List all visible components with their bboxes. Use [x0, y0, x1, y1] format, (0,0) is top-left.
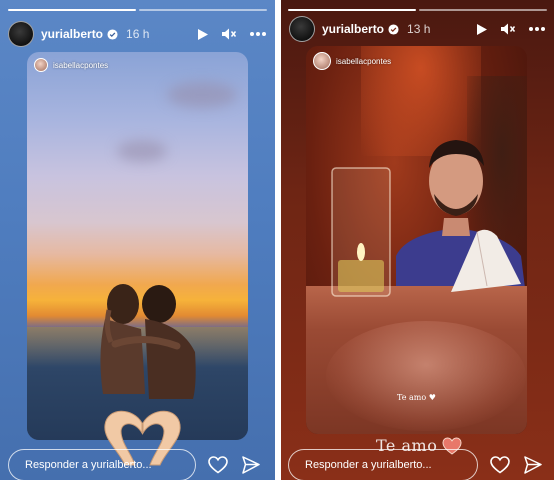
- avatar[interactable]: [8, 21, 34, 47]
- mute-icon[interactable]: [500, 22, 516, 36]
- story-progress-segment-2: [419, 9, 547, 11]
- shared-story-photo[interactable]: isabellacpontes Te amo ♥: [306, 46, 527, 434]
- verified-icon: [388, 23, 399, 35]
- more-icon[interactable]: [249, 31, 267, 37]
- verified-icon: [107, 28, 118, 40]
- story-progress-segment-2: [139, 9, 267, 11]
- couple-silhouette: [100, 284, 196, 399]
- shared-from-username[interactable]: isabellacpontes: [336, 57, 391, 66]
- heart-icon[interactable]: [208, 456, 228, 474]
- reply-input[interactable]: Responder a yurialberto...: [288, 449, 478, 480]
- candle-glass: [331, 167, 391, 297]
- shared-from-avatar[interactable]: [313, 52, 331, 70]
- story-right[interactable]: yurialberto 13 h isabellacpontes Te amo …: [281, 0, 554, 480]
- cloud: [167, 82, 237, 108]
- story-left[interactable]: yurialberto 16 h isabellacpontes Respond…: [0, 0, 275, 480]
- play-icon[interactable]: [197, 28, 209, 41]
- send-icon[interactable]: [242, 456, 260, 474]
- story-header: yurialberto 16 h: [8, 20, 267, 48]
- photo-caption-sticker: Te amo ♥: [306, 393, 527, 402]
- shared-story-photo[interactable]: isabellacpontes: [27, 52, 248, 440]
- mute-icon[interactable]: [221, 27, 237, 41]
- send-icon[interactable]: [524, 456, 542, 474]
- story-progress-segment-1: [288, 9, 416, 11]
- shared-from-avatar[interactable]: [34, 58, 48, 72]
- shared-from[interactable]: isabellacpontes: [313, 52, 391, 70]
- shared-from[interactable]: isabellacpontes: [34, 58, 108, 72]
- folded-napkin: [451, 229, 521, 292]
- play-icon[interactable]: [476, 23, 488, 36]
- username[interactable]: yurialberto: [41, 27, 103, 41]
- avatar[interactable]: [289, 16, 315, 42]
- reply-bar: Responder a yurialberto...: [8, 448, 267, 480]
- heart-icon[interactable]: [490, 456, 510, 474]
- photo-caption-text: Te amo: [397, 393, 427, 402]
- shared-from-username[interactable]: isabellacpontes: [53, 61, 108, 70]
- story-progress-segment-1: [8, 9, 136, 11]
- heart-sticker-icon: ♥: [428, 393, 436, 402]
- story-header: yurialberto 13 h: [289, 15, 546, 43]
- cloud: [117, 140, 167, 162]
- username[interactable]: yurialberto: [322, 22, 384, 36]
- plate: [326, 321, 526, 431]
- post-time: 13 h: [407, 22, 431, 36]
- reply-bar: Responder a yurialberto...: [288, 448, 546, 480]
- post-time: 16 h: [126, 27, 150, 41]
- reply-input[interactable]: Responder a yurialberto...: [8, 449, 196, 480]
- more-icon[interactable]: [528, 26, 546, 32]
